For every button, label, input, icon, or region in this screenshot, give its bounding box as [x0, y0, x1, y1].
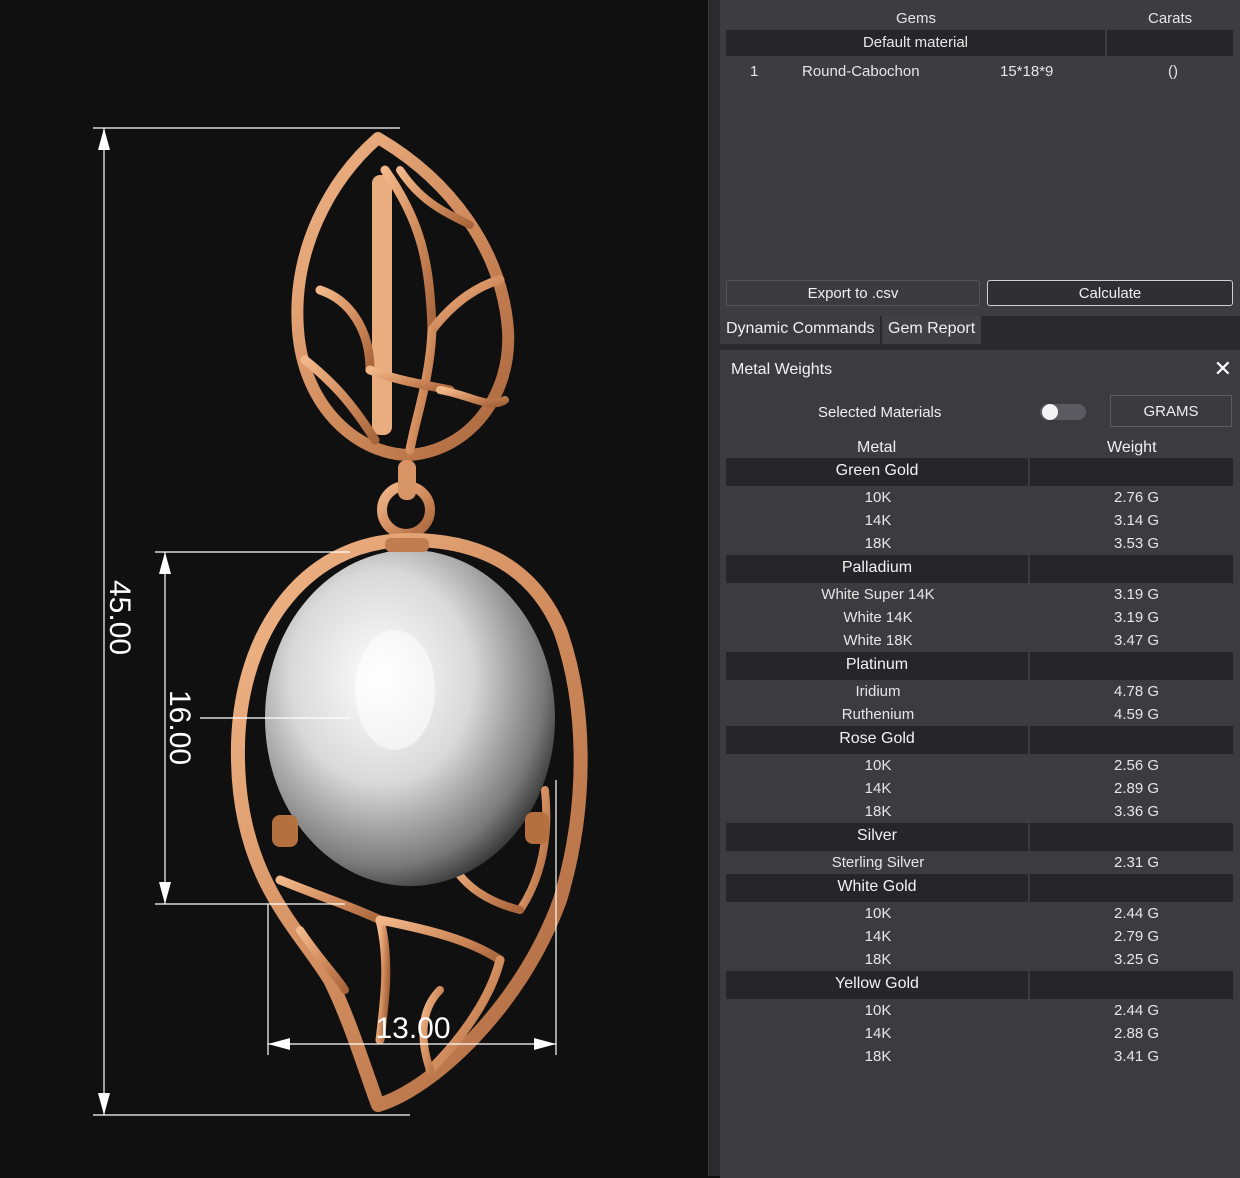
metal-name: 10K — [864, 489, 892, 506]
metal-weight: 2.44 G — [1113, 1002, 1160, 1019]
metal-row: 14K 3.14 G — [726, 509, 1233, 532]
metal-row: 14K 2.89 G — [726, 777, 1233, 800]
metal-name: 14K — [864, 780, 892, 797]
metal-row: 14K 2.88 G — [726, 1022, 1233, 1045]
metal-row: 18K 3.41 G — [726, 1045, 1233, 1068]
metal-weight: 4.59 G — [1113, 706, 1160, 723]
metal-row: 10K 2.56 G — [726, 754, 1233, 777]
metal-weights-title: Metal Weights — [731, 361, 833, 378]
carats-column-header: Carats — [1148, 10, 1193, 27]
group-row: Palladium — [726, 555, 1233, 583]
metal-weight: 2.79 G — [1113, 928, 1160, 945]
group-row: Green Gold — [726, 458, 1233, 486]
gem-row-number: 1 — [750, 63, 759, 80]
metal-row: 14K 2.79 G — [726, 925, 1233, 948]
metal-weight: 3.19 G — [1113, 586, 1160, 603]
3d-viewport[interactable]: 45.00 16.00 13.00 — [0, 0, 708, 1176]
selected-materials-label: Selected Materials — [818, 404, 942, 421]
metal-name: 14K — [864, 512, 892, 529]
metal-weight: 3.19 G — [1113, 609, 1160, 626]
metal-weight: 2.31 G — [1113, 854, 1160, 871]
group-name: Palladium — [726, 555, 1030, 583]
metal-name: 18K — [864, 951, 892, 968]
selected-materials-toggle[interactable] — [1040, 404, 1086, 420]
group-row: Silver — [726, 823, 1233, 851]
group-name: White Gold — [726, 874, 1030, 902]
metal-weight: 4.78 G — [1113, 683, 1160, 700]
calculate-button[interactable]: Calculate — [987, 280, 1233, 306]
metal-row: Sterling Silver 2.31 G — [726, 851, 1233, 874]
metal-row: 18K 3.25 G — [726, 948, 1233, 971]
gem-row-shape: Round-Cabochon — [802, 63, 920, 80]
gems-column-header: Gems — [896, 10, 937, 27]
metal-row: Iridium 4.78 G — [726, 680, 1233, 703]
material-name: Default material — [726, 30, 1107, 56]
metal-name: Iridium — [855, 683, 901, 700]
metal-weight: 2.44 G — [1113, 905, 1160, 922]
metal-row: 18K 3.36 G — [726, 800, 1233, 823]
metal-weight: 3.53 G — [1113, 535, 1160, 552]
gem-report-section: Gems Carats Default material 1 Round-Cab… — [720, 0, 1240, 316]
close-icon[interactable]: ✕ — [1214, 356, 1232, 382]
metal-name: 18K — [864, 535, 892, 552]
gem-row-size: 15*18*9 — [1000, 63, 1054, 80]
group-name: Yellow Gold — [726, 971, 1030, 999]
metal-weight: 3.36 G — [1113, 803, 1160, 820]
metal-row: Ruthenium 4.59 G — [726, 703, 1233, 726]
metal-name: Ruthenium — [841, 706, 915, 723]
metal-name: 14K — [864, 928, 892, 945]
metal-row: 18K 3.53 G — [726, 532, 1233, 555]
units-button[interactable]: GRAMS — [1110, 395, 1232, 427]
group-name: Green Gold — [726, 458, 1030, 486]
metal-weight: 3.47 G — [1113, 632, 1160, 649]
group-row: White Gold — [726, 874, 1233, 902]
metal-weights-table: Green Gold 10K 2.76 G 14K 3.14 G 18K 3.53 G… — [726, 458, 1233, 1068]
toggle-knob — [1042, 404, 1058, 420]
metal-column-header: Metal — [857, 439, 897, 456]
metal-name: 10K — [864, 757, 892, 774]
width-dimension-label: 13.00 — [375, 1012, 450, 1045]
group-row: Yellow Gold — [726, 971, 1233, 999]
metal-name: 10K — [864, 1002, 892, 1019]
metal-row: 10K 2.44 G — [726, 902, 1233, 925]
metal-weight: 2.76 G — [1113, 489, 1160, 506]
metal-name: 10K — [864, 905, 892, 922]
metal-row: White Super 14K 3.19 G — [726, 583, 1233, 606]
metal-name: 14K — [864, 1025, 892, 1042]
group-name: Platinum — [726, 652, 1030, 680]
metal-row: White 18K 3.47 G — [726, 629, 1233, 652]
metal-weight: 2.89 G — [1113, 780, 1160, 797]
metal-name: 18K — [864, 1048, 892, 1065]
gem-row-carats: () — [1168, 63, 1178, 80]
metal-weight: 2.56 G — [1113, 757, 1160, 774]
metal-weight: 3.14 G — [1113, 512, 1160, 529]
group-name: Rose Gold — [726, 726, 1030, 754]
metal-name: Sterling Silver — [831, 854, 925, 871]
group-name: Silver — [726, 823, 1030, 851]
metal-name: White 18K — [843, 632, 913, 649]
earring-model: 45.00 16.00 13.00 — [93, 127, 588, 1116]
metal-weight: 3.25 G — [1113, 951, 1160, 968]
leaf-top — [291, 132, 515, 461]
group-row: Platinum — [726, 652, 1233, 680]
metal-name: 18K — [864, 803, 892, 820]
stone-dimension-label: 16.00 — [163, 690, 196, 765]
height-dimension-label: 45.00 — [103, 580, 136, 655]
metal-weights-panel: Metal Weights ✕ Selected Materials GRAMS… — [720, 348, 1240, 1178]
metal-row: 10K 2.44 G — [726, 999, 1233, 1022]
tab-gem-report[interactable]: Gem Report — [882, 316, 982, 344]
metal-name: White Super 14K — [821, 586, 935, 603]
metal-name: White 14K — [843, 609, 913, 626]
material-group-row: Default material — [726, 30, 1233, 56]
metal-row: 10K 2.76 G — [726, 486, 1233, 509]
right-panel: Gems Carats Default material 1 Round-Cab… — [720, 0, 1240, 1178]
export-csv-button[interactable]: Export to .csv — [726, 280, 980, 306]
weight-column-header: Weight — [1107, 439, 1157, 456]
metal-weight: 2.88 G — [1113, 1025, 1160, 1042]
group-row: Rose Gold — [726, 726, 1233, 754]
metal-row: White 14K 3.19 G — [726, 606, 1233, 629]
tab-dynamic-commands[interactable]: Dynamic Commands — [720, 316, 881, 344]
metal-weight: 3.41 G — [1113, 1048, 1160, 1065]
panel-tabs: Dynamic Commands Gem Report — [720, 316, 1240, 348]
